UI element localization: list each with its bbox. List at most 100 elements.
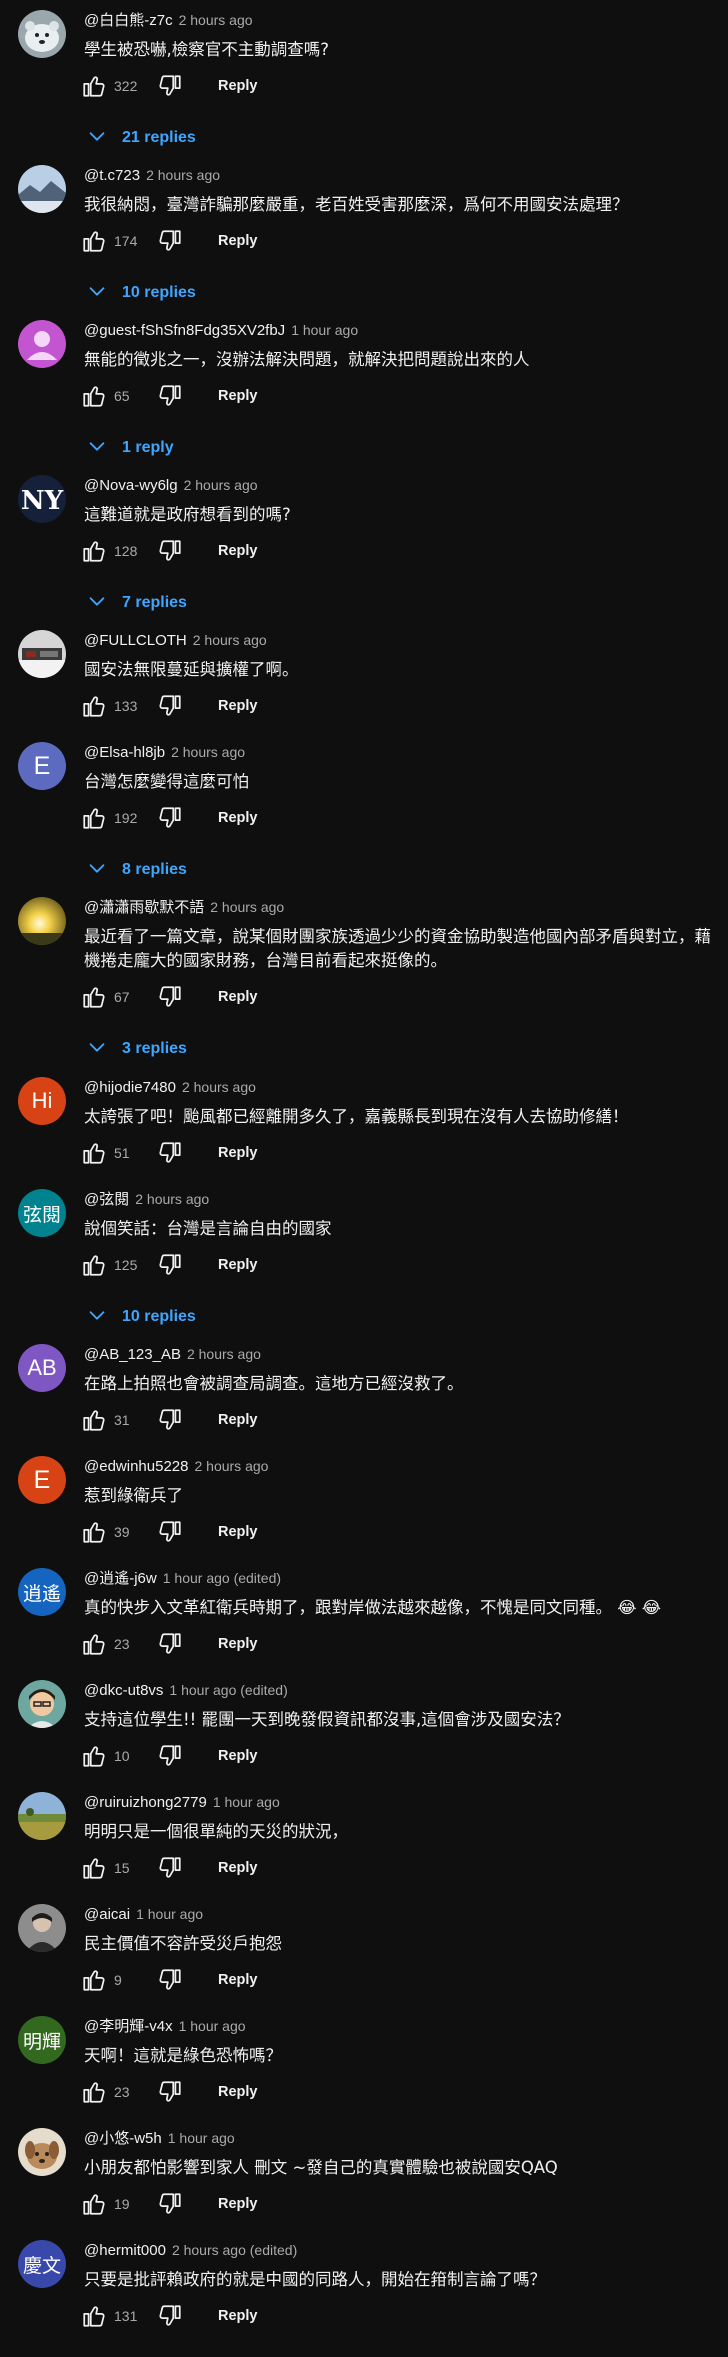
comment-author[interactable]: @AB_123_AB	[84, 1346, 181, 1363]
reply-button[interactable]: Reply	[218, 1524, 258, 1540]
comment-author[interactable]: @白白熊-z7c	[84, 12, 173, 29]
comment-author[interactable]: @dkc-ut8vs	[84, 1682, 163, 1699]
dislike-button-icon[interactable]	[156, 983, 184, 1011]
comment-author[interactable]: @小悠-w5h	[84, 2130, 162, 2147]
avatar[interactable]: 弦閱	[18, 1189, 66, 1237]
sunset-photo[interactable]	[18, 897, 66, 945]
comment-author[interactable]: @Elsa-hl8jb	[84, 744, 165, 761]
like-button-icon[interactable]	[80, 537, 108, 565]
dislike-button-icon[interactable]	[156, 1854, 184, 1882]
comment-author[interactable]: @hermit000	[84, 2242, 166, 2259]
yankees-logo[interactable]: NY	[18, 475, 66, 523]
like-button-icon[interactable]	[80, 983, 108, 1011]
like-button-icon[interactable]	[80, 804, 108, 832]
like-button-icon[interactable]	[80, 1251, 108, 1279]
comment-author[interactable]: @逍遙-j6w	[84, 1570, 157, 1587]
comment-timestamp[interactable]: 1 hour ago	[168, 2130, 235, 2146]
reply-button[interactable]: Reply	[218, 1860, 258, 1876]
cartoon-boy-avatar[interactable]	[18, 1680, 66, 1728]
reply-button[interactable]: Reply	[218, 233, 258, 249]
view-replies-button[interactable]: 10 replies	[86, 279, 196, 307]
comment-author[interactable]: @hijodie7480	[84, 1079, 176, 1096]
landscape-photo[interactable]	[18, 165, 66, 213]
dislike-button-icon[interactable]	[156, 1630, 184, 1658]
comment-timestamp[interactable]: 2 hours ago	[135, 1191, 209, 1207]
comment-author[interactable]: @Nova-wy6lg	[84, 477, 178, 494]
dislike-button-icon[interactable]	[156, 2302, 184, 2330]
view-replies-button[interactable]: 7 replies	[86, 589, 187, 617]
reply-button[interactable]: Reply	[218, 989, 258, 1005]
comment-author[interactable]: @guest-fShSfn8Fdg35XV2fbJ	[84, 322, 285, 339]
view-replies-button[interactable]: 8 replies	[86, 856, 187, 884]
comment-timestamp[interactable]: 2 hours ago	[182, 1079, 256, 1095]
comment-timestamp[interactable]: 2 hours ago (edited)	[172, 2242, 297, 2258]
avatar[interactable]: 明輝	[18, 2016, 66, 2064]
like-button-icon[interactable]	[80, 2078, 108, 2106]
avatar[interactable]: Hi	[18, 1077, 66, 1125]
dislike-button-icon[interactable]	[156, 537, 184, 565]
dislike-button-icon[interactable]	[156, 1251, 184, 1279]
comment-author[interactable]: @edwinhu5228	[84, 1458, 188, 1475]
reply-button[interactable]: Reply	[218, 1972, 258, 1988]
dog-photo[interactable]	[18, 2128, 66, 2176]
person-photo[interactable]	[18, 1904, 66, 1952]
reply-button[interactable]: Reply	[218, 1412, 258, 1428]
like-button-icon[interactable]	[80, 2190, 108, 2218]
comment-author[interactable]: @弦閱	[84, 1191, 129, 1208]
reply-button[interactable]: Reply	[218, 78, 258, 94]
reply-button[interactable]: Reply	[218, 2308, 258, 2324]
dislike-button-icon[interactable]	[156, 804, 184, 832]
avatar[interactable]: E	[18, 1456, 66, 1504]
comment-author[interactable]: @李明輝-v4x	[84, 2018, 173, 2035]
reply-button[interactable]: Reply	[218, 388, 258, 404]
like-button-icon[interactable]	[80, 72, 108, 100]
like-button-icon[interactable]	[80, 227, 108, 255]
reply-button[interactable]: Reply	[218, 1257, 258, 1273]
reply-button[interactable]: Reply	[218, 810, 258, 826]
reply-button[interactable]: Reply	[218, 2084, 258, 2100]
reply-button[interactable]: Reply	[218, 1748, 258, 1764]
like-button-icon[interactable]	[80, 1139, 108, 1167]
dislike-button-icon[interactable]	[156, 1139, 184, 1167]
view-replies-button[interactable]: 21 replies	[86, 124, 196, 152]
like-button-icon[interactable]	[80, 1518, 108, 1546]
default-person-icon[interactable]	[18, 320, 66, 368]
comment-timestamp[interactable]: 1 hour ago (edited)	[169, 1682, 287, 1698]
avatar[interactable]: E	[18, 742, 66, 790]
avatar[interactable]: 逍遙	[18, 1568, 66, 1616]
dislike-button-icon[interactable]	[156, 72, 184, 100]
comment-timestamp[interactable]: 2 hours ago	[171, 744, 245, 760]
comment-timestamp[interactable]: 1 hour ago	[136, 1906, 203, 1922]
reply-button[interactable]: Reply	[218, 1145, 258, 1161]
like-button-icon[interactable]	[80, 1630, 108, 1658]
reply-button[interactable]: Reply	[218, 543, 258, 559]
like-button-icon[interactable]	[80, 1966, 108, 1994]
view-replies-button[interactable]: 1 reply	[86, 434, 174, 462]
avatar[interactable]: 慶文	[18, 2240, 66, 2288]
dislike-button-icon[interactable]	[156, 1518, 184, 1546]
like-button-icon[interactable]	[80, 1854, 108, 1882]
comment-author[interactable]: @FULLCLOTH	[84, 632, 187, 649]
comment-author[interactable]: @瀟瀟雨歇默不語	[84, 899, 204, 916]
like-button-icon[interactable]	[80, 1742, 108, 1770]
comment-author[interactable]: @t.c723	[84, 167, 140, 184]
reply-button[interactable]: Reply	[218, 698, 258, 714]
avatar[interactable]: AB	[18, 1344, 66, 1392]
comment-timestamp[interactable]: 2 hours ago	[179, 12, 253, 28]
comment-timestamp[interactable]: 2 hours ago	[146, 167, 220, 183]
comment-timestamp[interactable]: 2 hours ago	[210, 899, 284, 915]
dislike-button-icon[interactable]	[156, 382, 184, 410]
dislike-button-icon[interactable]	[156, 2190, 184, 2218]
dislike-button-icon[interactable]	[156, 2078, 184, 2106]
comment-timestamp[interactable]: 2 hours ago	[187, 1346, 261, 1362]
dislike-button-icon[interactable]	[156, 1966, 184, 1994]
polar-bear-photo[interactable]	[18, 10, 66, 58]
like-button-icon[interactable]	[80, 2302, 108, 2330]
view-replies-button[interactable]: 10 replies	[86, 1303, 196, 1331]
comment-timestamp[interactable]: 2 hours ago	[184, 477, 258, 493]
like-button-icon[interactable]	[80, 1406, 108, 1434]
dislike-button-icon[interactable]	[156, 1742, 184, 1770]
comment-timestamp[interactable]: 1 hour ago	[213, 1794, 280, 1810]
comment-author[interactable]: @ruiruizhong2779	[84, 1794, 207, 1811]
field-photo[interactable]	[18, 1792, 66, 1840]
